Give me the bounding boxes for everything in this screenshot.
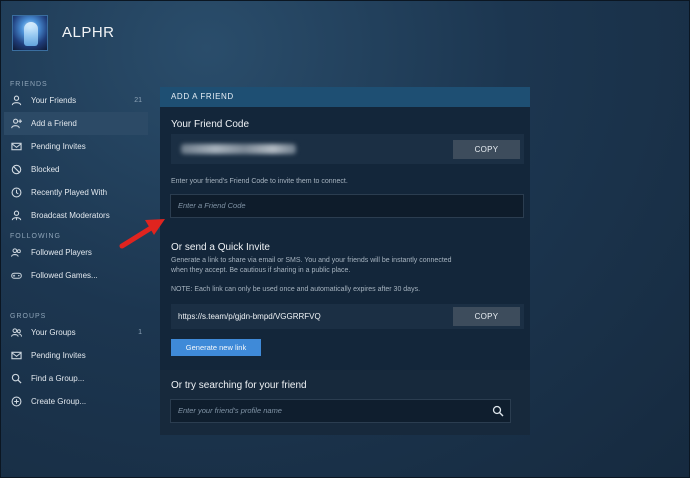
quick-invite-note: NOTE: Each link can only be used once an…: [171, 286, 421, 293]
invite-link[interactable]: https://s.team/p/gjdn-bmpd/VGGRRFVQ: [178, 304, 321, 329]
friend-code-input[interactable]: Enter a Friend Code: [170, 194, 524, 218]
quick-invite-desc-line2: when they accept. Be cautious if sharing…: [171, 267, 351, 274]
groups-count: 1: [138, 329, 142, 336]
sidebar-item-blocked[interactable]: Blocked: [4, 158, 148, 181]
sidebar-item-followed-games[interactable]: Followed Games...: [4, 264, 148, 287]
profile-header: ALPHR: [0, 0, 690, 72]
sidebar-item-recently-played[interactable]: Recently Played With: [4, 181, 148, 204]
plus-circle-icon: [11, 396, 22, 407]
generate-new-link-button[interactable]: Generate new link: [171, 339, 261, 356]
sidebar-item-group-pending-invites[interactable]: Pending Invites: [4, 344, 148, 367]
sidebar-item-label: Pending Invites: [31, 351, 86, 360]
sidebar-item-label: Find a Group...: [31, 374, 85, 383]
sidebar-item-add-friend[interactable]: Add a Friend: [4, 112, 148, 135]
search-icon[interactable]: [492, 405, 504, 417]
quick-invite-desc-line1: Generate a link to share via email or SM…: [171, 257, 452, 264]
sidebar-item-label: Blocked: [31, 165, 60, 174]
person-icon: [11, 95, 22, 106]
sidebar-item-label: Followed Players: [31, 248, 92, 257]
sidebar-item-label: Broadcast Moderators: [31, 211, 110, 220]
sidebar-item-create-group[interactable]: Create Group...: [4, 390, 148, 413]
quick-invite-heading: Or send a Quick Invite: [171, 242, 270, 253]
profile-search-placeholder: Enter your friend's profile name: [178, 406, 282, 415]
magnifier-icon: [11, 373, 22, 384]
add-friend-panel: ADD A FRIEND Your Friend Code COPY Enter…: [160, 87, 530, 435]
people-icon: [11, 247, 22, 258]
sidebar-item-label: Pending Invites: [31, 142, 86, 151]
sidebar-item-your-groups[interactable]: Your Groups 1: [4, 321, 148, 344]
blocked-icon: [11, 164, 22, 175]
friend-code-box: COPY: [171, 134, 524, 164]
section-label-following: FOLLOWING: [10, 233, 62, 240]
invite-link-box: https://s.team/p/gjdn-bmpd/VGGRRFVQ COPY: [171, 304, 524, 329]
sidebar-item-label: Recently Played With: [31, 188, 108, 197]
copy-friend-code-button[interactable]: COPY: [453, 140, 520, 159]
add-person-icon: [11, 118, 22, 129]
friend-search-section: Or try searching for your friend Enter y…: [160, 370, 530, 435]
sidebar-item-label: Your Groups: [31, 328, 76, 337]
clock-icon: [11, 187, 22, 198]
sidebar-item-label: Add a Friend: [31, 119, 77, 128]
envelope-icon: [11, 141, 22, 152]
avatar[interactable]: [12, 15, 48, 51]
avatar-figure: [24, 22, 38, 46]
controller-icon: [11, 270, 22, 281]
sidebar-item-label: Followed Games...: [31, 271, 98, 280]
username[interactable]: ALPHR: [62, 24, 115, 41]
sidebar-item-your-friends[interactable]: Your Friends 21: [4, 89, 148, 112]
search-heading: Or try searching for your friend: [171, 380, 307, 391]
sidebar-item-pending-invites[interactable]: Pending Invites: [4, 135, 148, 158]
group-icon: [11, 327, 22, 338]
sidebar-item-label: Create Group...: [31, 397, 87, 406]
envelope-icon: [11, 350, 22, 361]
panel-title: ADD A FRIEND: [160, 87, 530, 107]
moderator-icon: [11, 210, 22, 221]
friends-count: 21: [134, 97, 142, 104]
friend-code-hint: Enter your friend's Friend Code to invit…: [171, 178, 348, 185]
section-label-groups: GROUPS: [10, 313, 47, 320]
profile-search-input[interactable]: Enter your friend's profile name: [170, 399, 511, 423]
red-arrow-annotation: [119, 219, 165, 249]
friend-code-value-blurred: [181, 144, 296, 154]
section-label-friends: FRIENDS: [10, 81, 48, 88]
sidebar-item-label: Your Friends: [31, 96, 77, 105]
copy-invite-link-button[interactable]: COPY: [453, 307, 520, 326]
sidebar-item-find-group[interactable]: Find a Group...: [4, 367, 148, 390]
friend-code-heading: Your Friend Code: [171, 119, 250, 130]
